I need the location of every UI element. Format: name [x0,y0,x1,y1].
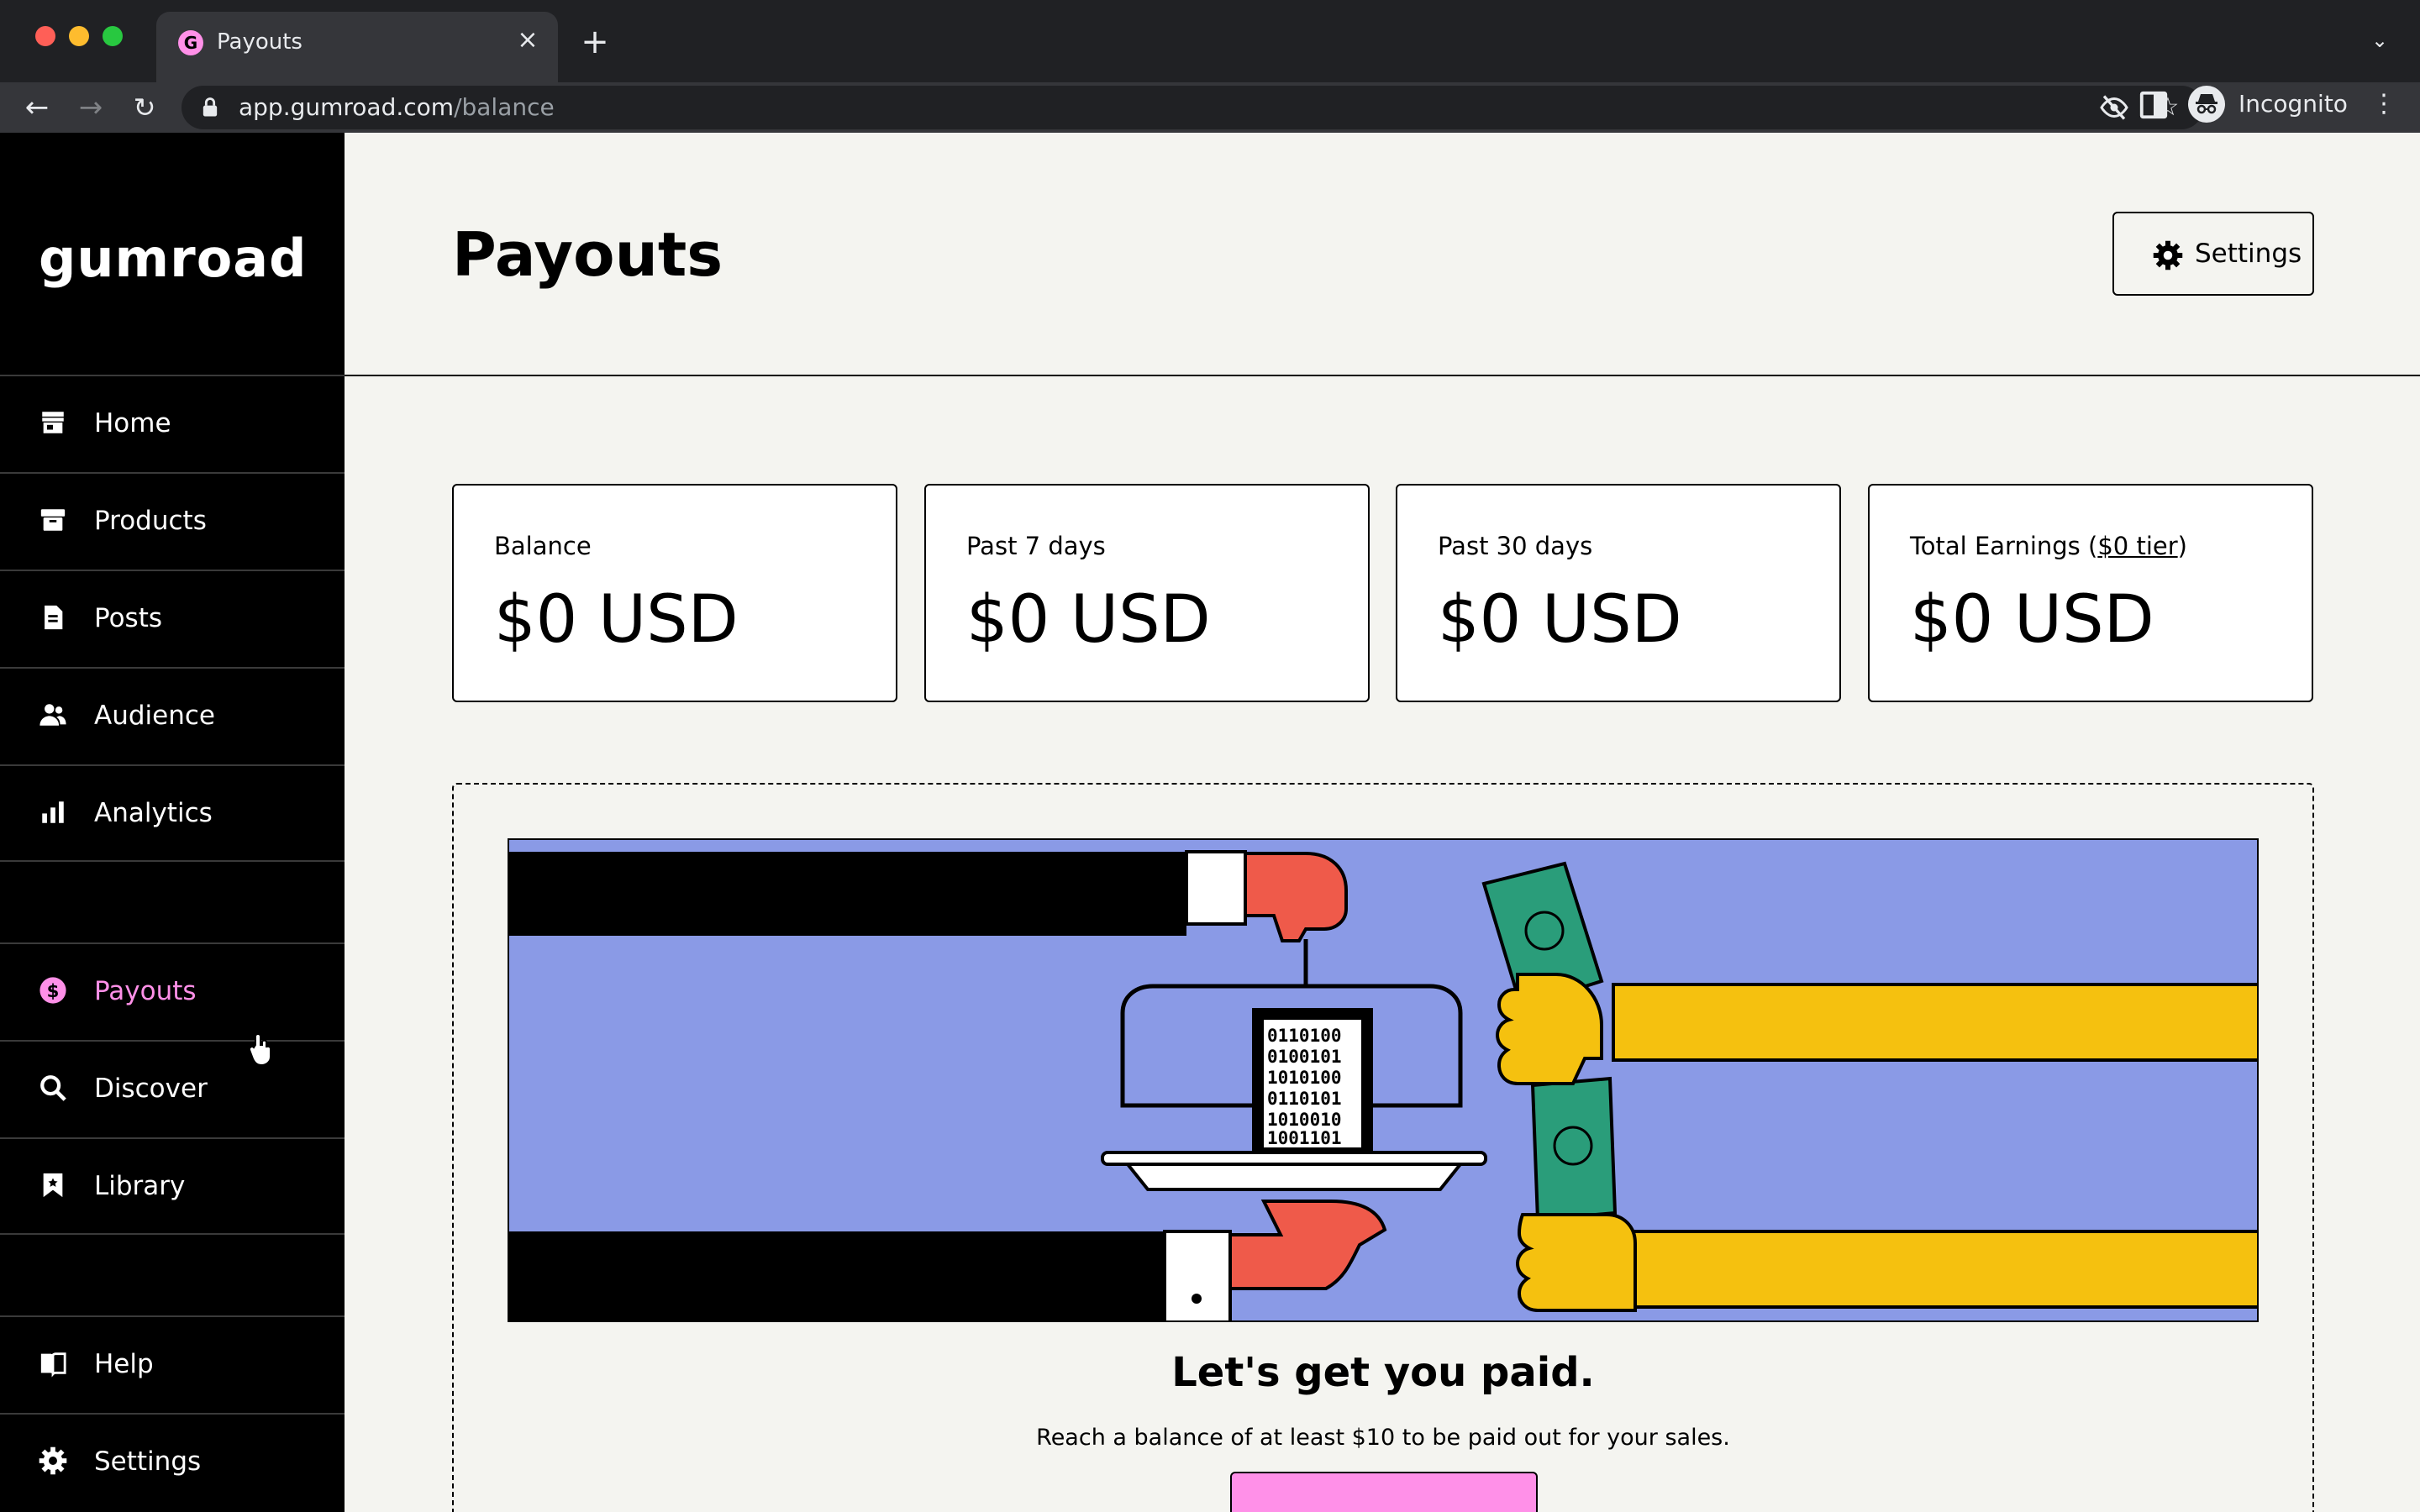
side-panel-icon[interactable] [2138,89,2170,121]
payout-illustration: 0110100 0100101 1010100 0110101 1010010 … [508,838,2259,1322]
svg-text:1010010: 1010010 [1267,1110,1342,1130]
settings-button[interactable]: Settings [2112,212,2314,296]
url-text: app.gumroad.com/balance [239,93,555,121]
stat-label: Past 7 days [966,532,1106,560]
sidebar-item-label: Analytics [94,798,213,828]
stat-label: Past 30 days [1438,532,1593,560]
people-icon [39,704,66,726]
tab-search-chevron-icon[interactable]: ⌄ [2365,24,2395,57]
stat-value: $0 USD [494,582,739,658]
stat-value: $0 USD [1910,582,2154,658]
address-bar[interactable]: app.gumroad.com/balance ☆ [182,86,2203,129]
sidebar-item-label: Home [94,408,171,438]
sidebar-item-label: Library [94,1171,186,1201]
eye-off-icon[interactable] [2099,92,2129,123]
stat-value: $0 USD [1438,582,1682,658]
back-arrow-icon[interactable]: ← [18,89,55,126]
window-zoom-button[interactable] [103,26,123,46]
tab-close-icon[interactable]: × [513,25,543,55]
sidebar-item-help[interactable]: Help [0,1317,345,1413]
browser-menu-icon[interactable]: ⋮ [2371,87,2396,121]
window-minimize-button[interactable] [69,26,89,46]
window-close-button[interactable] [35,26,55,46]
tier-link[interactable]: $0 tier [2097,532,2177,560]
sidebar-item-products[interactable]: Products [0,474,345,570]
gumroad-logo[interactable]: Gumroad [39,225,308,292]
gumroad-favicon-icon: G [178,30,203,55]
sidebar-item-label: Payouts [94,976,197,1006]
svg-text:0110101: 0110101 [1267,1089,1342,1109]
sidebar-item-settings[interactable]: Settings [0,1415,345,1510]
empty-state-title: Let's get you paid. [1171,1349,1595,1396]
bar-chart-icon [42,801,64,823]
sidebar-item-audience[interactable]: Audience [0,669,345,764]
browser-toolbar: ← → ↻ app.gumroad.com/balance ☆ Incognit… [0,82,2420,133]
stat-card-past-30-days: Past 30 days $0 USD [1396,484,1841,702]
archive-icon [40,509,66,531]
sidebar-item-discover[interactable]: Discover [0,1042,345,1137]
sidebar-item-label: Posts [94,603,163,633]
search-icon [40,1075,66,1101]
svg-text:1001101: 1001101 [1267,1128,1342,1148]
browser-tab-bar: G Payouts × + ⌄ [0,0,2420,82]
sidebar-item-label: Settings [94,1446,202,1477]
sidebar-item-home[interactable]: Home [0,376,345,472]
sidebar-item-analytics[interactable]: Analytics [0,766,345,862]
sidebar-item-label: Help [94,1349,154,1379]
svg-text:1010100: 1010100 [1267,1068,1342,1088]
browser-tab[interactable]: G Payouts × [156,12,558,82]
stat-card-past-7-days: Past 7 days $0 USD [924,484,1370,702]
sidebar-item-library[interactable]: Library [0,1139,345,1235]
page-title: Payouts [452,219,723,290]
sidebar-divider [0,860,345,862]
dollar-circle-icon: $ [39,977,66,1004]
stat-value: $0 USD [966,582,1211,658]
svg-text:0110100: 0110100 [1267,1026,1342,1046]
settings-button-label: Settings [2195,239,2302,269]
incognito-label: Incognito [2238,90,2348,118]
forward-arrow-icon[interactable]: → [72,89,109,126]
book-icon [40,1352,66,1378]
stat-label: Total Earnings ($0 tier) [1910,532,2187,560]
stat-label: Balance [494,532,592,560]
stat-card-total-earnings: Total Earnings ($0 tier) $0 USD [1868,484,2313,702]
sidebar-item-posts[interactable]: Posts [0,571,345,667]
main-content: Payouts Settings Balance $0 USD Past 7 d… [345,133,2420,1512]
svg-text:0100101: 0100101 [1267,1047,1342,1067]
sidebar-item-label: Audience [94,701,215,731]
empty-state-text: Reach a balance of at least $10 to be pa… [1036,1425,1730,1451]
empty-state-action-button[interactable] [1230,1472,1538,1512]
tab-title: Payouts [217,29,302,55]
sidebar-item-label: Discover [94,1074,208,1104]
incognito-icon [2188,86,2225,123]
payouts-empty-state: 0110100 0100101 1010100 0110101 1010010 … [452,783,2314,1512]
svg-text:$: $ [47,981,60,1002]
shop-icon [42,412,64,433]
reload-icon[interactable]: ↻ [126,89,163,126]
sidebar-item-label: Products [94,506,207,536]
sidebar-item-payouts[interactable]: $ Payouts [0,944,345,1040]
mouse-pointer-icon [249,1033,271,1067]
new-tab-icon[interactable]: + [576,24,613,60]
page-header: Payouts Settings [345,133,2420,376]
sidebar-divider [0,1233,345,1235]
lock-icon [203,97,218,117]
stat-card-balance: Balance $0 USD [452,484,897,702]
sidebar: Gumroad Home Products Posts [0,133,345,1512]
bookmark-icon [43,1173,63,1198]
gear-icon [2153,240,2183,270]
document-icon [45,605,63,630]
gear-icon [39,1446,67,1475]
